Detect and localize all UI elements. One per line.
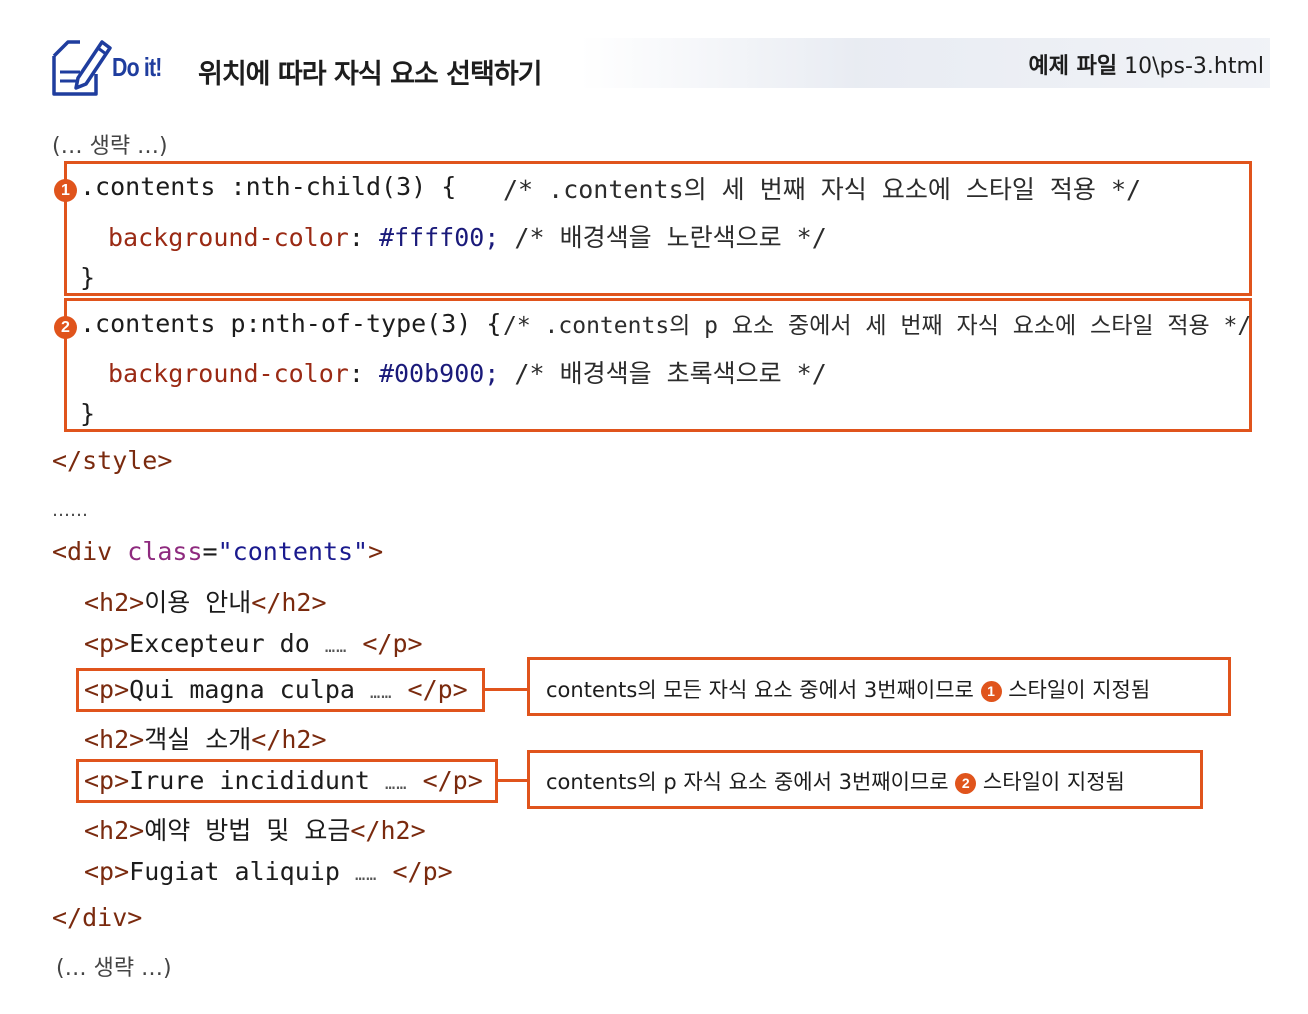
html-tag: </p> — [407, 766, 483, 795]
css-value: #00b900; — [378, 359, 500, 388]
callout-connector-2 — [498, 779, 529, 782]
code-ellipsis: …… — [354, 865, 378, 885]
html-tag: <h2> — [84, 816, 145, 845]
code-line-p-1: <p>Excepteur do …… </p> — [84, 629, 423, 658]
html-tag: <p> — [84, 857, 130, 886]
omission-note-bottom: (… 생략 …) — [56, 956, 172, 981]
example-file-reference: 예제 파일 10\ps-3.html — [1029, 48, 1265, 80]
callout-text-after: 스타일이 지정됨 — [1001, 678, 1151, 702]
step-badge-2: 2 — [54, 316, 77, 339]
code-line-rule2-property: background-color: #00b900; /* 배경색을 초록색으로… — [108, 359, 827, 388]
page-header: Do it! 위치에 따라 자식 요소 선택하기 예제 파일 10\ps-3.h… — [50, 30, 1270, 100]
code-ellipsis: …… — [385, 774, 408, 794]
html-tag: <p> — [84, 629, 130, 658]
code-line-rule1-selector: .contents :nth-child(3) { — [80, 172, 457, 201]
html-attribute-value: "contents" — [217, 537, 369, 566]
code-text: Excepteur do — [129, 629, 325, 658]
html-tag: <p> — [84, 766, 130, 795]
code-text: Fugiat aliquip — [129, 857, 355, 886]
code-line-p-4: <p>Fugiat aliquip …… </p> — [84, 857, 453, 886]
callout-badge-1: 1 — [980, 681, 1002, 702]
html-attribute: class — [127, 537, 203, 566]
html-tag: <div — [52, 537, 128, 566]
html-tag: </p> — [347, 629, 423, 658]
css-property: background-color — [108, 223, 349, 252]
omission-note-top: (… 생략 …) — [52, 134, 168, 159]
code-comment-rule1: /* .contents의 세 번째 자식 요소에 스타일 적용 */ — [503, 175, 1142, 204]
code-text: 예약 방법 및 요금 — [144, 816, 351, 845]
callout-badge-2: 2 — [955, 773, 977, 794]
html-tag: </p> — [377, 857, 453, 886]
code-text: 객실 소개 — [144, 725, 252, 754]
code-line-p-2: <p>Qui magna culpa …… </p> — [84, 675, 468, 704]
html-tag: <h2> — [84, 588, 145, 617]
css-property: background-color — [108, 359, 349, 388]
doit-logo-text: Do it! — [112, 52, 162, 82]
code-text: Irure incididunt — [129, 766, 386, 795]
code-line-div-open: <div class="contents"> — [52, 537, 383, 566]
code-comment: /* 배경색을 초록색으로 */ — [514, 359, 827, 388]
code-ellipsis: …… — [324, 637, 348, 657]
html-equals: = — [202, 537, 218, 566]
html-tag: <h2> — [84, 725, 145, 754]
code-line-div-close: </div> — [52, 903, 143, 932]
code-comment: /* 배경색을 노란색으로 */ — [514, 223, 827, 252]
code-text: 이용 안내 — [144, 588, 252, 617]
page-title: 위치에 따라 자식 요소 선택하기 — [198, 59, 543, 90]
html-tag: </p> — [392, 675, 468, 704]
html-tag: </h2> — [251, 588, 327, 617]
step-badge-1: 1 — [54, 179, 77, 202]
example-file-name: 10\ps-3.html — [1124, 54, 1264, 79]
code-line-rule1-close: } — [80, 263, 96, 292]
code-line-p-3: <p>Irure incididunt …… </p> — [84, 766, 483, 795]
code-line-rule1-property: background-color: #ffff00; /* 배경색을 노란색으로… — [108, 223, 827, 252]
code-line-rule2-selector: .contents p:nth-of-type(3) { — [80, 309, 502, 338]
pencil-note-icon — [52, 40, 112, 96]
example-file-label: 예제 파일 — [1028, 54, 1118, 79]
code-line-rule2-close: } — [80, 399, 96, 428]
code-ellipsis: …… — [369, 683, 393, 703]
code-line-h2-2: <h2>객실 소개</h2> — [84, 720, 327, 756]
callout-text-after: 스타일이 지정됨 — [976, 770, 1125, 794]
callout-connector-1 — [485, 688, 529, 691]
callout-text-1: contents의 모든 자식 요소 중에서 3번째이므로 1 스타일이 지정됨 — [546, 674, 1150, 704]
code-comment-rule2: /* .contents의 p 요소 중에서 세 번째 자식 요소에 스타일 적… — [503, 313, 1252, 339]
code-text: Qui magna culpa — [129, 675, 370, 704]
css-value: #ffff00; — [378, 223, 500, 252]
html-tag: > — [368, 537, 384, 566]
code-line-h2-3: <h2>예약 방법 및 요금</h2> — [84, 811, 426, 847]
callout-text-before: contents의 모든 자식 요소 중에서 3번째이므로 — [546, 678, 981, 702]
html-tag: </h2> — [251, 725, 327, 754]
html-tag: </h2> — [350, 816, 426, 845]
code-line-style-close: </style> — [52, 446, 173, 475]
html-tag: <p> — [84, 675, 130, 704]
callout-text-before: contents의 p 자식 요소 중에서 3번째이므로 — [546, 770, 956, 794]
code-line-h2-1: <h2>이용 안내</h2> — [84, 583, 327, 619]
code-ellipsis: …… — [52, 500, 88, 521]
callout-text-2: contents의 p 자식 요소 중에서 3번째이므로 2 스타일이 지정됨 — [546, 766, 1125, 796]
